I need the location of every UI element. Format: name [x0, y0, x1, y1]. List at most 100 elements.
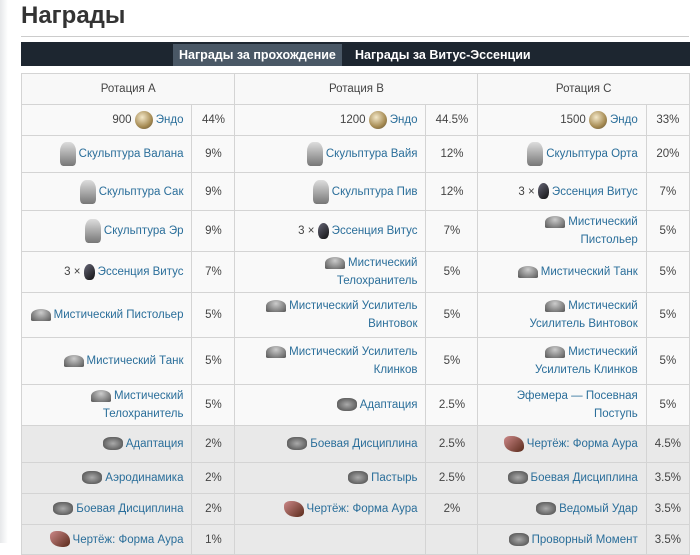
reward-item-cell: Аэродинамика [20, 462, 193, 494]
table-row: Мистический Пистольер 5% Мистический Усили… [20, 292, 691, 338]
reward-link[interactable]: Мистический Танк [541, 266, 638, 278]
reward-link[interactable]: Мистический Усилитель Винтовок [289, 300, 417, 330]
tab-completion-rewards[interactable]: Награды за прохождение [173, 44, 342, 66]
reward-item-cell: Адаптация [20, 425, 193, 463]
drop-chance: 44.5% [425, 104, 479, 136]
reward-item-cell: Мистический Танк [477, 251, 647, 293]
drop-chance: 2.5% [425, 425, 479, 463]
reward-link[interactable]: Боевая Дисциплина [531, 472, 638, 484]
endo-icon [368, 110, 387, 129]
reward-link[interactable]: Ведомый Удар [559, 503, 638, 515]
drop-chance: 5% [645, 384, 691, 426]
header-rotation-c: Ротация C [477, 73, 690, 105]
reward-item-cell: Мистический Усилитель Винтовок [477, 292, 647, 338]
page-edge [0, 0, 8, 543]
reward-item-cell: Мистический Усилитель Винтовок [234, 292, 427, 338]
companion-icon [545, 215, 566, 228]
drop-chance: 9% [191, 135, 236, 173]
reward-link[interactable]: Скульптура Орта [546, 148, 638, 160]
reward-link[interactable]: Скульптура Сак [99, 186, 184, 198]
drop-chance: 3.5% [645, 462, 691, 494]
table-row: 3 × Эссенция Витус 7% Мистический Телохран… [20, 251, 691, 293]
reward-link[interactable]: Боевая Дисциплина [310, 438, 417, 450]
reward-item-cell: Скульптура Валана [20, 135, 193, 173]
table-row: Боевая Дисциплина 2% Чертёж: Форма Аура 2% В… [20, 493, 691, 525]
reward-item-cell: Мистический Телохранитель [20, 384, 193, 426]
reward-link[interactable]: Мистический Пистольер [54, 309, 184, 321]
rewards-table: Ротация A Ротация B Ротация C 900 Эндо 44… [20, 73, 691, 555]
reward-link[interactable]: Эндо [610, 114, 638, 126]
reward-item-cell: Боевая Дисциплина [20, 493, 193, 525]
reward-link[interactable]: Эфемера — Посевная Поступь [517, 390, 638, 420]
drop-chance: 9% [191, 210, 236, 252]
mod-icon [287, 437, 308, 451]
reward-link[interactable]: Эндо [390, 114, 418, 126]
essence-icon [537, 183, 549, 200]
reward-link[interactable]: Скульптура Пив [332, 186, 418, 198]
reward-item-cell: Проворный Момент [477, 524, 647, 555]
reward-link[interactable]: Боевая Дисциплина [76, 503, 183, 515]
companion-icon [545, 299, 566, 312]
endo-icon [134, 110, 153, 129]
reward-item-cell [234, 524, 427, 555]
drop-chance: 5% [191, 292, 236, 338]
reward-link[interactable]: Скульптура Вайя [326, 148, 418, 160]
companion-icon [545, 345, 566, 358]
drop-chance: 2% [191, 425, 236, 463]
drop-chance: 7% [425, 210, 479, 252]
title-divider [21, 36, 689, 37]
reward-item-cell: 1500 Эндо [477, 104, 647, 136]
reward-link[interactable]: Эндо [156, 114, 184, 126]
header-rotation-a: Ротация A [20, 73, 236, 105]
table-row: Чертёж: Форма Аура 1% Проворный Момент 3.5% [20, 524, 691, 555]
sculpture-icon [306, 142, 323, 166]
drop-chance: 5% [645, 251, 691, 293]
reward-link[interactable]: Чертёж: Форма Аура [73, 534, 184, 546]
reward-link[interactable]: Скульптура Валана [79, 148, 184, 160]
reward-link[interactable]: Эссенция Витус [98, 266, 184, 278]
table-row: 900 Эндо 44% 1200 Эндо 44.5% 1500 Эндо 33% [20, 104, 691, 136]
table-row: Скульптура Эр 9% 3 × Эссенция Витус 7% Мисти… [20, 210, 691, 252]
reward-item-cell: Скульптура Вайя [234, 135, 427, 173]
blueprint-icon [49, 531, 70, 548]
reward-link[interactable]: Адаптация [126, 438, 184, 450]
reward-link[interactable]: Мистический Танк [87, 355, 184, 367]
reward-item-cell: Чертёж: Форма Аура [234, 493, 427, 525]
reward-item-cell: 3 × Эссенция Витус [234, 210, 427, 252]
companion-icon [30, 308, 51, 321]
reward-quantity: 3 × [64, 266, 81, 278]
drop-chance: 4.5% [645, 425, 691, 463]
header-rotation-b: Ротация B [234, 73, 479, 105]
reward-link[interactable]: Адаптация [360, 399, 418, 411]
drop-chance: 7% [191, 251, 236, 293]
reward-link[interactable]: Пастырь [371, 472, 417, 484]
reward-link[interactable]: Мистический Пистольер [568, 216, 637, 246]
drop-chance: 20% [645, 135, 691, 173]
reward-quantity: 1200 [339, 114, 366, 127]
mod-icon [53, 502, 74, 516]
reward-item-cell: Мистический Усилитель Клинков [234, 337, 427, 385]
reward-link[interactable]: Чертёж: Форма Аура [527, 438, 638, 450]
drop-chance [425, 524, 479, 555]
table-row: Адаптация 2% Боевая Дисциплина 2.5% Чертёж: … [20, 425, 691, 463]
reward-link[interactable]: Мистический Телохранитель [103, 390, 184, 420]
companion-icon [517, 265, 538, 278]
reward-link[interactable]: Эссенция Витус [552, 186, 638, 198]
reward-link[interactable]: Мистический Телохранитель [337, 257, 418, 287]
reward-item-cell: Скульптура Сак [20, 172, 193, 211]
reward-item-cell: Эфемера — Посевная Поступь [477, 384, 647, 426]
reward-item-cell: Чертёж: Форма Аура [477, 425, 647, 463]
reward-link[interactable]: Эссенция Витус [332, 225, 418, 237]
reward-link[interactable]: Аэродинамика [105, 472, 183, 484]
reward-link[interactable]: Мистический Усилитель Клинков [289, 346, 417, 376]
reward-link[interactable]: Скульптура Эр [104, 225, 184, 237]
reward-link[interactable]: Проворный Момент [532, 534, 638, 546]
sculpture-icon [527, 142, 544, 166]
reward-link[interactable]: Чертёж: Форма Аура [307, 503, 418, 515]
drop-chance: 5% [645, 292, 691, 338]
blueprint-icon [283, 500, 304, 517]
drop-chance: 5% [425, 337, 479, 385]
tab-vitus-essence-rewards[interactable]: Награды за Витус-Эссенции [349, 44, 537, 66]
reward-quantity: 3 × [298, 225, 315, 237]
mod-icon [508, 532, 529, 546]
